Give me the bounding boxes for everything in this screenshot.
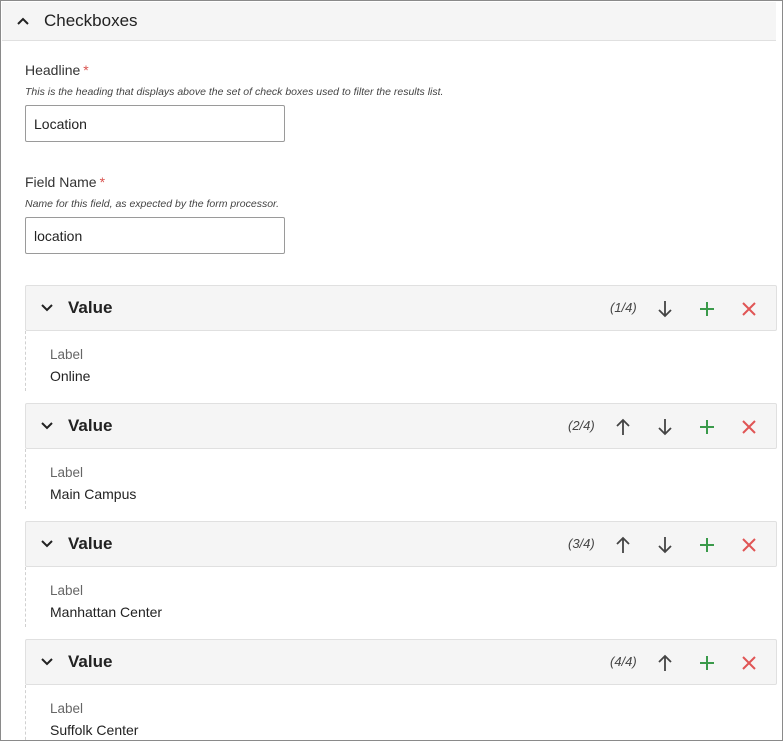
value-item: Value (1/4) Label Online — [25, 285, 777, 391]
label-value: Main Campus — [50, 486, 137, 502]
field-name-input[interactable] — [25, 217, 285, 254]
label-caption: Label — [50, 701, 84, 716]
plus-icon[interactable] — [696, 534, 718, 556]
field-name-field: Field Name * Name for this field, as expe… — [25, 174, 285, 254]
headline-help-text: This is the heading that displays above … — [25, 86, 444, 98]
close-icon[interactable] — [738, 416, 760, 438]
label-caption: Label — [50, 347, 84, 362]
chevron-up-icon[interactable] — [16, 14, 30, 28]
arrow-down-icon[interactable] — [654, 416, 676, 438]
section-title: Checkboxes — [44, 11, 138, 30]
checkboxes-panel: Checkboxes Headline * This is the heading… — [0, 0, 783, 741]
value-counter: (2/4) — [568, 418, 595, 433]
label-value: Suffolk Center — [50, 722, 139, 738]
chevron-down-icon[interactable] — [40, 655, 54, 669]
value-header[interactable]: Value (2/4) — [25, 403, 777, 449]
required-mark: * — [83, 62, 89, 78]
close-icon[interactable] — [738, 298, 760, 320]
arrow-down-icon[interactable] — [654, 534, 676, 556]
value-body: Label Main Campus — [25, 449, 777, 509]
value-title: Value — [68, 298, 113, 317]
arrow-up-icon[interactable] — [612, 534, 634, 556]
section-header[interactable]: Checkboxes — [2, 2, 776, 41]
label-value: Online — [50, 368, 91, 384]
value-body: Label Suffolk Center — [25, 685, 777, 740]
chevron-down-icon[interactable] — [40, 301, 54, 315]
close-icon[interactable] — [738, 534, 760, 556]
value-counter: (1/4) — [610, 300, 637, 315]
label-caption: Label — [50, 465, 84, 480]
plus-icon[interactable] — [696, 298, 718, 320]
label-value: Manhattan Center — [50, 604, 163, 620]
value-header[interactable]: Value (4/4) — [25, 639, 777, 685]
value-body: Label Manhattan Center — [25, 567, 777, 627]
value-item: Value (3/4) Label Manhattan Center — [25, 521, 777, 627]
value-body: Label Online — [25, 331, 777, 391]
close-icon[interactable] — [738, 652, 760, 674]
value-title: Value — [68, 416, 113, 435]
chevron-down-icon[interactable] — [40, 419, 54, 433]
arrow-up-icon[interactable] — [612, 416, 634, 438]
plus-icon[interactable] — [696, 652, 718, 674]
value-header[interactable]: Value (3/4) — [25, 521, 777, 567]
value-title: Value — [68, 652, 113, 671]
headline-input[interactable] — [25, 105, 285, 142]
chevron-down-icon[interactable] — [40, 537, 54, 551]
headline-field: Headline * This is the heading that displ… — [25, 62, 443, 142]
value-header[interactable]: Value (1/4) — [25, 285, 777, 331]
plus-icon[interactable] — [696, 416, 718, 438]
label-caption: Label — [50, 583, 84, 598]
required-mark: * — [99, 174, 106, 190]
field-name-label: Field Name — [25, 174, 97, 190]
headline-label: Headline — [25, 62, 81, 78]
value-counter: (4/4) — [610, 654, 637, 669]
field-name-help-text: Name for this field, as expected by the … — [25, 198, 280, 210]
arrow-up-icon[interactable] — [654, 652, 676, 674]
arrow-down-icon[interactable] — [654, 298, 676, 320]
value-title: Value — [68, 534, 113, 553]
value-counter: (3/4) — [568, 536, 595, 551]
value-item: Value (2/4) Label Main Campus — [25, 403, 777, 509]
value-item: Value (4/4) Label Suffolk Center — [25, 639, 777, 740]
